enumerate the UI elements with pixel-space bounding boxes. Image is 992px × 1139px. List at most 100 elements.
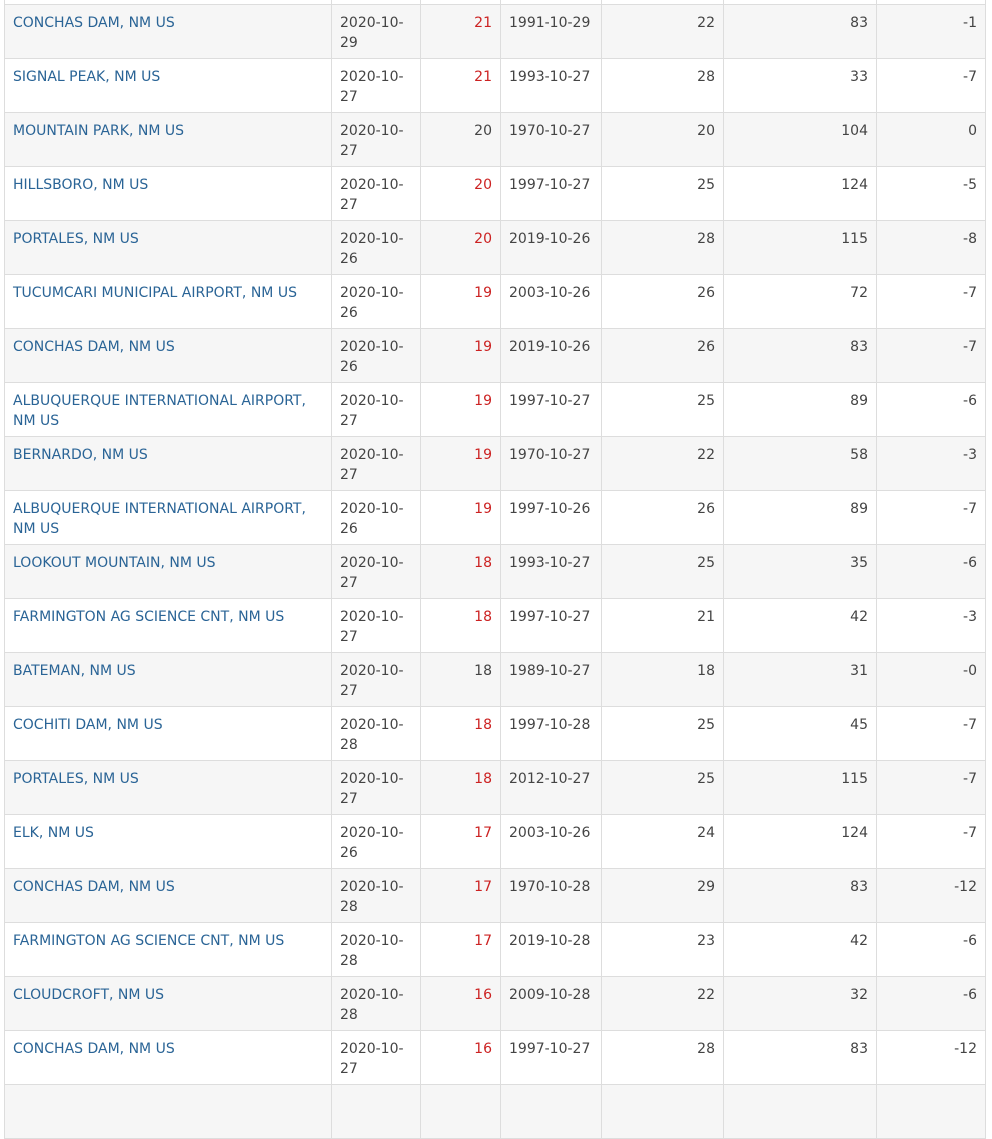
station-cell[interactable]: CONCHAS DAM, NM US	[4, 4, 332, 59]
previous-record-date-cell: 2019-10-28	[500, 922, 602, 977]
station-link[interactable]: PORTALES, NM US	[13, 231, 139, 247]
years-of-record-cell: 83	[723, 868, 877, 923]
date-text: 2020-10-27	[340, 555, 404, 591]
table-row: COCHITI DAM, NM US 2020-10-28 18 1997-10-28…	[4, 706, 986, 761]
station-cell[interactable]: ALBUQUERQUE INTERNATIONAL AIRPORT, NM US	[4, 382, 332, 437]
station-link[interactable]: ALBUQUERQUE INTERNATIONAL AIRPORT, NM US	[13, 501, 306, 537]
previous-record-value-cell: 25	[601, 760, 724, 815]
station-link[interactable]: BERNARDO, NM US	[13, 447, 148, 463]
value-cell: 21	[420, 58, 501, 113]
value-cell: 20	[420, 220, 501, 275]
value-cell: 18	[420, 598, 501, 653]
years-of-record-cell: 115	[723, 760, 877, 815]
difference-cell: -7	[876, 706, 986, 761]
previous-record-value-cell: 25	[601, 166, 724, 221]
previous-record-value-cell: 23	[601, 922, 724, 977]
station-link[interactable]: CONCHAS DAM, NM US	[13, 879, 175, 895]
value-cell: 17	[420, 922, 501, 977]
table-row: HILLSBORO, NM US 2020-10-27 20 1997-10-27 25…	[4, 166, 986, 221]
date-cell: 2020-10-27	[331, 436, 421, 491]
station-cell[interactable]: PORTALES, NM US	[4, 760, 332, 815]
date-text: 2020-10-28	[340, 933, 404, 969]
difference-cell: -3	[876, 436, 986, 491]
previous-record-value-cell	[601, 1084, 724, 1139]
date-cell: 2020-10-27	[331, 382, 421, 437]
station-link[interactable]: PORTALES, NM US	[13, 771, 139, 787]
date-text: 2020-10-27	[340, 177, 404, 213]
station-cell[interactable]: COCHITI DAM, NM US	[4, 706, 332, 761]
difference-cell: -7	[876, 328, 986, 383]
station-link[interactable]: TUCUMCARI MUNICIPAL AIRPORT, NM US	[13, 285, 297, 301]
station-link[interactable]: ELK, NM US	[13, 825, 94, 841]
station-link[interactable]: ALBUQUERQUE INTERNATIONAL AIRPORT, NM US	[13, 393, 306, 429]
previous-record-date-cell: 2003-10-26	[500, 814, 602, 869]
station-cell[interactable]: FARMINGTON AG SCIENCE CNT, NM US	[4, 598, 332, 653]
date-text: 2020-10-28	[340, 717, 404, 753]
table-row: SIGNAL PEAK, NM US 2020-10-27 21 1993-10-27…	[4, 58, 986, 113]
previous-record-date-cell: 1997-10-26	[500, 490, 602, 545]
station-cell[interactable]: CONCHAS DAM, NM US	[4, 868, 332, 923]
years-of-record-cell: 83	[723, 328, 877, 383]
station-link[interactable]: HILLSBORO, NM US	[13, 177, 148, 193]
station-link[interactable]: CONCHAS DAM, NM US	[13, 1041, 175, 1057]
date-cell: 2020-10-29	[331, 4, 421, 59]
station-cell[interactable]	[4, 1084, 332, 1139]
previous-record-date-cell: 1970-10-28	[500, 868, 602, 923]
value-cell: 17	[420, 868, 501, 923]
difference-cell: -0	[876, 652, 986, 707]
value-cell: 17	[420, 814, 501, 869]
difference-cell: -6	[876, 922, 986, 977]
table-row: BATEMAN, NM US 2020-10-27 18 1989-10-27 18 31…	[4, 652, 986, 707]
station-link[interactable]: LOOKOUT MOUNTAIN, NM US	[13, 555, 216, 571]
value-cell: 20	[420, 112, 501, 167]
difference-cell: -7	[876, 274, 986, 329]
station-cell[interactable]: CLOUDCROFT, NM US	[4, 976, 332, 1031]
station-cell[interactable]: MOUNTAIN PARK, NM US	[4, 112, 332, 167]
previous-record-date-cell: 2012-10-27	[500, 760, 602, 815]
date-cell: 2020-10-27	[331, 1030, 421, 1085]
station-cell[interactable]: CONCHAS DAM, NM US	[4, 1030, 332, 1085]
previous-record-date-cell: 2009-10-28	[500, 976, 602, 1031]
date-cell: 2020-10-27	[331, 58, 421, 113]
station-cell[interactable]: LOOKOUT MOUNTAIN, NM US	[4, 544, 332, 599]
previous-record-value-cell: 22	[601, 4, 724, 59]
table-row	[4, 1084, 986, 1139]
previous-record-date-cell: 1970-10-27	[500, 112, 602, 167]
difference-cell: -7	[876, 760, 986, 815]
station-link[interactable]: FARMINGTON AG SCIENCE CNT, NM US	[13, 609, 284, 625]
station-link[interactable]: SIGNAL PEAK, NM US	[13, 69, 160, 85]
station-cell[interactable]: PORTALES, NM US	[4, 220, 332, 275]
difference-cell: -8	[876, 220, 986, 275]
table-row: MOUNTAIN PARK, NM US 2020-10-27 20 1970-10-…	[4, 112, 986, 167]
station-link[interactable]: FARMINGTON AG SCIENCE CNT, NM US	[13, 933, 284, 949]
station-cell[interactable]: ALBUQUERQUE INTERNATIONAL AIRPORT, NM US	[4, 490, 332, 545]
station-cell[interactable]: BERNARDO, NM US	[4, 436, 332, 491]
station-link[interactable]: CLOUDCROFT, NM US	[13, 987, 164, 1003]
station-link[interactable]: COCHITI DAM, NM US	[13, 717, 163, 733]
years-of-record-cell: 31	[723, 652, 877, 707]
station-cell[interactable]: ELK, NM US	[4, 814, 332, 869]
station-cell[interactable]: HILLSBORO, NM US	[4, 166, 332, 221]
years-of-record-cell: 42	[723, 922, 877, 977]
years-of-record-cell: 33	[723, 58, 877, 113]
date-cell: 2020-10-27	[331, 760, 421, 815]
value-cell: 21	[420, 4, 501, 59]
previous-record-date-cell: 1997-10-27	[500, 166, 602, 221]
table-row: FARMINGTON AG SCIENCE CNT, NM US 2020-10-…	[4, 922, 986, 977]
station-cell[interactable]: CONCHAS DAM, NM US	[4, 328, 332, 383]
date-text: 2020-10-28	[340, 987, 404, 1023]
station-link[interactable]: CONCHAS DAM, NM US	[13, 15, 175, 31]
station-cell[interactable]: TUCUMCARI MUNICIPAL AIRPORT, NM US	[4, 274, 332, 329]
station-link[interactable]: CONCHAS DAM, NM US	[13, 339, 175, 355]
station-link[interactable]: BATEMAN, NM US	[13, 663, 136, 679]
date-text: 2020-10-27	[340, 393, 404, 429]
difference-cell: -12	[876, 868, 986, 923]
table-row: CLOUDCROFT, NM US 2020-10-28 16 2009-10-28 2…	[4, 976, 986, 1031]
years-of-record-cell: 124	[723, 166, 877, 221]
station-cell[interactable]: SIGNAL PEAK, NM US	[4, 58, 332, 113]
station-cell[interactable]: FARMINGTON AG SCIENCE CNT, NM US	[4, 922, 332, 977]
table-row: PORTALES, NM US 2020-10-26 20 2019-10-26 28 1…	[4, 220, 986, 275]
value-cell: 18	[420, 652, 501, 707]
station-link[interactable]: MOUNTAIN PARK, NM US	[13, 123, 184, 139]
station-cell[interactable]: BATEMAN, NM US	[4, 652, 332, 707]
